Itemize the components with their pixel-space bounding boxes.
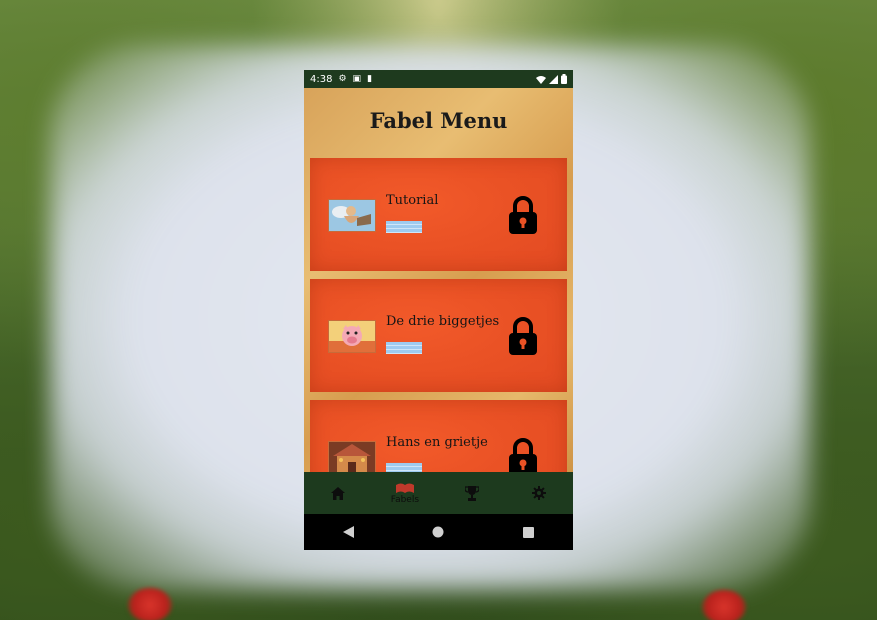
fable-list[interactable]: Tutorial De drie biggetjes Hans en griet… <box>310 158 567 472</box>
fable-title: De drie biggetjes <box>386 314 500 329</box>
background-flower <box>702 590 746 620</box>
lock-icon <box>509 438 537 472</box>
signal-icon <box>549 74 558 84</box>
progress-indicator <box>386 463 422 472</box>
lock-icon <box>509 196 537 234</box>
sd-card-icon: ▮ <box>367 74 373 84</box>
trophy-icon <box>465 485 480 501</box>
background-flower <box>128 588 172 620</box>
nav-home[interactable] <box>304 472 371 514</box>
battery-icon <box>561 74 567 84</box>
pig-image <box>328 320 376 353</box>
nav-trophy[interactable] <box>439 472 506 514</box>
bottom-navigation: Fabels <box>304 472 573 514</box>
back-icon[interactable] <box>343 526 355 538</box>
notification-a-icon: ▣ <box>352 74 362 84</box>
status-right-icons <box>536 74 567 84</box>
cherub-image <box>328 199 376 232</box>
fable-title: Hans en grietje <box>386 435 488 450</box>
page-title: Fabel Menu <box>369 108 508 133</box>
fable-card-de-drie-biggetjes[interactable]: De drie biggetjes <box>310 279 567 392</box>
book-icon <box>395 483 414 493</box>
recents-square-icon[interactable] <box>522 526 534 538</box>
fable-card-tutorial[interactable]: Tutorial <box>310 158 567 271</box>
nav-label-fabels: Fabels <box>390 494 420 505</box>
home-icon <box>330 486 345 500</box>
gingerbread-house-image <box>328 441 376 472</box>
gear-icon <box>532 486 547 500</box>
settings-status-icon: ⚙ <box>338 74 347 84</box>
status-bar: 4:38 ⚙ ▣ ▮ <box>304 70 573 88</box>
fable-card-hans-en-grietje[interactable]: Hans en grietje <box>310 400 567 472</box>
nav-settings[interactable] <box>506 472 573 514</box>
home-circle-icon[interactable] <box>432 526 444 538</box>
fable-title: Tutorial <box>386 193 439 208</box>
fable-menu-screen: Fabel Menu Tutorial De drie biggetjes Ha… <box>304 88 573 472</box>
phone-screen: 4:38 ⚙ ▣ ▮ Fabel Menu Tutorial De drie b… <box>304 70 573 550</box>
nav-fabels[interactable]: Fabels <box>371 472 438 514</box>
lock-icon <box>509 317 537 355</box>
status-time: 4:38 <box>310 73 333 85</box>
progress-indicator <box>386 342 422 354</box>
wifi-icon <box>536 75 546 84</box>
progress-indicator <box>386 221 422 233</box>
android-system-navigation <box>304 514 573 550</box>
